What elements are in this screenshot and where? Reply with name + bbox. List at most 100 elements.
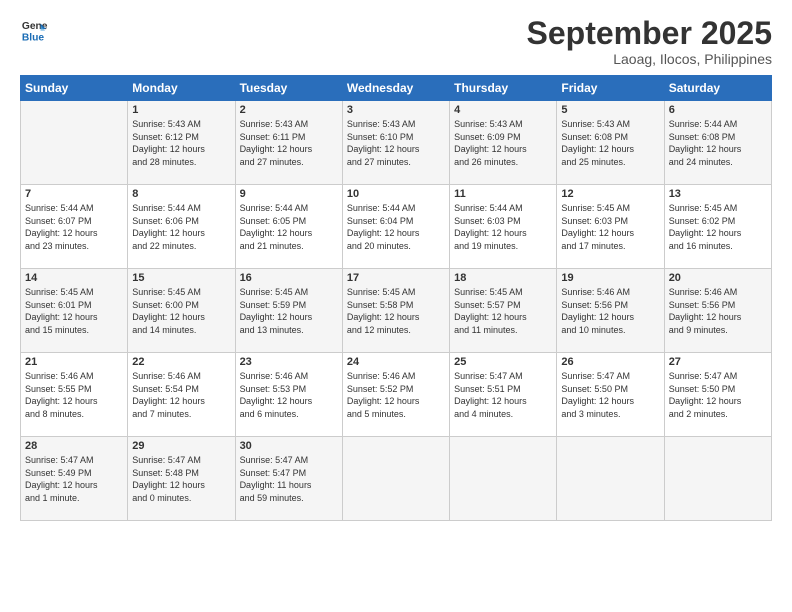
day-cell: 27 Sunrise: 5:47 AM Sunset: 5:50 PM Dayli… bbox=[664, 353, 771, 437]
day-info: Sunrise: 5:47 AM Sunset: 5:49 PM Dayligh… bbox=[25, 454, 123, 504]
day-number: 28 bbox=[25, 440, 123, 452]
day-number: 20 bbox=[669, 272, 767, 284]
day-info: Sunrise: 5:46 AM Sunset: 5:54 PM Dayligh… bbox=[132, 370, 230, 420]
col-wednesday: Wednesday bbox=[342, 76, 449, 101]
day-cell: 7Sunrise: 5:44 AM Sunset: 6:07 PM Daylig… bbox=[21, 185, 128, 269]
day-number: 11 bbox=[454, 188, 552, 200]
day-info: Sunrise: 5:45 AM Sunset: 5:59 PM Dayligh… bbox=[240, 286, 338, 336]
day-info: Sunrise: 5:44 AM Sunset: 6:05 PM Dayligh… bbox=[240, 202, 338, 252]
week-row-3: 21 Sunrise: 5:46 AM Sunset: 5:55 PM Dayli… bbox=[21, 353, 772, 437]
day-number: 14 bbox=[25, 272, 123, 284]
day-cell: 23Sunrise: 5:46 AM Sunset: 5:53 PM Dayli… bbox=[235, 353, 342, 437]
day-number: 2 bbox=[240, 104, 338, 116]
day-number: 18 bbox=[454, 272, 552, 284]
day-info: Sunrise: 5:46 AM Sunset: 5:56 PM Dayligh… bbox=[669, 286, 767, 336]
col-tuesday: Tuesday bbox=[235, 76, 342, 101]
col-thursday: Thursday bbox=[450, 76, 557, 101]
day-info: Sunrise: 5:43 AM Sunset: 6:10 PM Dayligh… bbox=[347, 118, 445, 168]
day-number: 15 bbox=[132, 272, 230, 284]
day-number: 27 bbox=[669, 356, 767, 368]
day-cell bbox=[450, 437, 557, 521]
day-info: Sunrise: 5:44 AM Sunset: 6:08 PM Dayligh… bbox=[669, 118, 767, 168]
day-cell: 12 Sunrise: 5:45 AM Sunset: 6:03 PM Dayli… bbox=[557, 185, 664, 269]
day-cell: 3Sunrise: 5:43 AM Sunset: 6:10 PM Daylig… bbox=[342, 101, 449, 185]
day-cell bbox=[21, 101, 128, 185]
col-monday: Monday bbox=[128, 76, 235, 101]
day-cell: 14 Sunrise: 5:45 AM Sunset: 6:01 PM Dayli… bbox=[21, 269, 128, 353]
day-cell: 5 Sunrise: 5:43 AM Sunset: 6:08 PM Daylig… bbox=[557, 101, 664, 185]
day-number: 21 bbox=[25, 356, 123, 368]
day-cell: 4 Sunrise: 5:43 AM Sunset: 6:09 PM Daylig… bbox=[450, 101, 557, 185]
day-number: 9 bbox=[240, 188, 338, 200]
day-cell: 22Sunrise: 5:46 AM Sunset: 5:54 PM Dayli… bbox=[128, 353, 235, 437]
logo-icon: General Blue bbox=[20, 16, 48, 44]
col-sunday: Sunday bbox=[21, 76, 128, 101]
week-row-0: 1Sunrise: 5:43 AM Sunset: 6:12 PM Daylig… bbox=[21, 101, 772, 185]
day-number: 5 bbox=[561, 104, 659, 116]
day-cell: 13 Sunrise: 5:45 AM Sunset: 6:02 PM Dayli… bbox=[664, 185, 771, 269]
day-cell: 28 Sunrise: 5:47 AM Sunset: 5:49 PM Dayli… bbox=[21, 437, 128, 521]
page: General Blue September 2025 Laoag, Iloco… bbox=[0, 0, 792, 612]
day-info: Sunrise: 5:46 AM Sunset: 5:56 PM Dayligh… bbox=[561, 286, 659, 336]
week-row-2: 14 Sunrise: 5:45 AM Sunset: 6:01 PM Dayli… bbox=[21, 269, 772, 353]
day-number: 25 bbox=[454, 356, 552, 368]
day-info: Sunrise: 5:44 AM Sunset: 6:06 PM Dayligh… bbox=[132, 202, 230, 252]
day-cell: 29 Sunrise: 5:47 AM Sunset: 5:48 PM Dayli… bbox=[128, 437, 235, 521]
title-block: September 2025 Laoag, Ilocos, Philippine… bbox=[527, 16, 772, 67]
day-cell: 18 Sunrise: 5:45 AM Sunset: 5:57 PM Dayli… bbox=[450, 269, 557, 353]
week-row-1: 7Sunrise: 5:44 AM Sunset: 6:07 PM Daylig… bbox=[21, 185, 772, 269]
col-saturday: Saturday bbox=[664, 76, 771, 101]
day-cell bbox=[557, 437, 664, 521]
day-cell: 30Sunrise: 5:47 AM Sunset: 5:47 PM Dayli… bbox=[235, 437, 342, 521]
day-cell: 11 Sunrise: 5:44 AM Sunset: 6:03 PM Dayli… bbox=[450, 185, 557, 269]
day-number: 10 bbox=[347, 188, 445, 200]
logo: General Blue bbox=[20, 16, 48, 44]
day-cell: 17 Sunrise: 5:45 AM Sunset: 5:58 PM Dayli… bbox=[342, 269, 449, 353]
day-cell: 9 Sunrise: 5:44 AM Sunset: 6:05 PM Daylig… bbox=[235, 185, 342, 269]
day-info: Sunrise: 5:47 AM Sunset: 5:47 PM Dayligh… bbox=[240, 454, 338, 504]
col-friday: Friday bbox=[557, 76, 664, 101]
header: General Blue September 2025 Laoag, Iloco… bbox=[20, 16, 772, 67]
day-cell: 2 Sunrise: 5:43 AM Sunset: 6:11 PM Daylig… bbox=[235, 101, 342, 185]
day-info: Sunrise: 5:43 AM Sunset: 6:08 PM Dayligh… bbox=[561, 118, 659, 168]
day-number: 16 bbox=[240, 272, 338, 284]
day-number: 8 bbox=[132, 188, 230, 200]
day-info: Sunrise: 5:43 AM Sunset: 6:11 PM Dayligh… bbox=[240, 118, 338, 168]
day-info: Sunrise: 5:45 AM Sunset: 5:58 PM Dayligh… bbox=[347, 286, 445, 336]
day-info: Sunrise: 5:47 AM Sunset: 5:50 PM Dayligh… bbox=[669, 370, 767, 420]
day-info: Sunrise: 5:44 AM Sunset: 6:07 PM Dayligh… bbox=[25, 202, 123, 252]
day-info: Sunrise: 5:43 AM Sunset: 6:09 PM Dayligh… bbox=[454, 118, 552, 168]
week-row-4: 28 Sunrise: 5:47 AM Sunset: 5:49 PM Dayli… bbox=[21, 437, 772, 521]
day-info: Sunrise: 5:45 AM Sunset: 6:01 PM Dayligh… bbox=[25, 286, 123, 336]
day-cell: 16 Sunrise: 5:45 AM Sunset: 5:59 PM Dayli… bbox=[235, 269, 342, 353]
day-cell: 6 Sunrise: 5:44 AM Sunset: 6:08 PM Daylig… bbox=[664, 101, 771, 185]
day-number: 19 bbox=[561, 272, 659, 284]
day-number: 29 bbox=[132, 440, 230, 452]
day-info: Sunrise: 5:46 AM Sunset: 5:55 PM Dayligh… bbox=[25, 370, 123, 420]
subtitle: Laoag, Ilocos, Philippines bbox=[527, 51, 772, 67]
month-title: September 2025 bbox=[527, 16, 772, 51]
header-row: Sunday Monday Tuesday Wednesday Thursday… bbox=[21, 76, 772, 101]
day-cell: 1Sunrise: 5:43 AM Sunset: 6:12 PM Daylig… bbox=[128, 101, 235, 185]
day-number: 6 bbox=[669, 104, 767, 116]
day-number: 4 bbox=[454, 104, 552, 116]
day-info: Sunrise: 5:45 AM Sunset: 5:57 PM Dayligh… bbox=[454, 286, 552, 336]
day-cell: 26Sunrise: 5:47 AM Sunset: 5:50 PM Dayli… bbox=[557, 353, 664, 437]
day-info: Sunrise: 5:47 AM Sunset: 5:50 PM Dayligh… bbox=[561, 370, 659, 420]
day-info: Sunrise: 5:45 AM Sunset: 6:00 PM Dayligh… bbox=[132, 286, 230, 336]
day-cell bbox=[342, 437, 449, 521]
day-info: Sunrise: 5:44 AM Sunset: 6:03 PM Dayligh… bbox=[454, 202, 552, 252]
day-number: 12 bbox=[561, 188, 659, 200]
day-cell: 15 Sunrise: 5:45 AM Sunset: 6:00 PM Dayli… bbox=[128, 269, 235, 353]
day-number: 17 bbox=[347, 272, 445, 284]
svg-text:Blue: Blue bbox=[22, 32, 45, 43]
day-info: Sunrise: 5:45 AM Sunset: 6:03 PM Dayligh… bbox=[561, 202, 659, 252]
day-number: 1 bbox=[132, 104, 230, 116]
day-info: Sunrise: 5:45 AM Sunset: 6:02 PM Dayligh… bbox=[669, 202, 767, 252]
day-cell: 25Sunrise: 5:47 AM Sunset: 5:51 PM Dayli… bbox=[450, 353, 557, 437]
day-number: 13 bbox=[669, 188, 767, 200]
day-cell: 10Sunrise: 5:44 AM Sunset: 6:04 PM Dayli… bbox=[342, 185, 449, 269]
day-info: Sunrise: 5:46 AM Sunset: 5:52 PM Dayligh… bbox=[347, 370, 445, 420]
day-info: Sunrise: 5:47 AM Sunset: 5:48 PM Dayligh… bbox=[132, 454, 230, 504]
day-number: 23 bbox=[240, 356, 338, 368]
